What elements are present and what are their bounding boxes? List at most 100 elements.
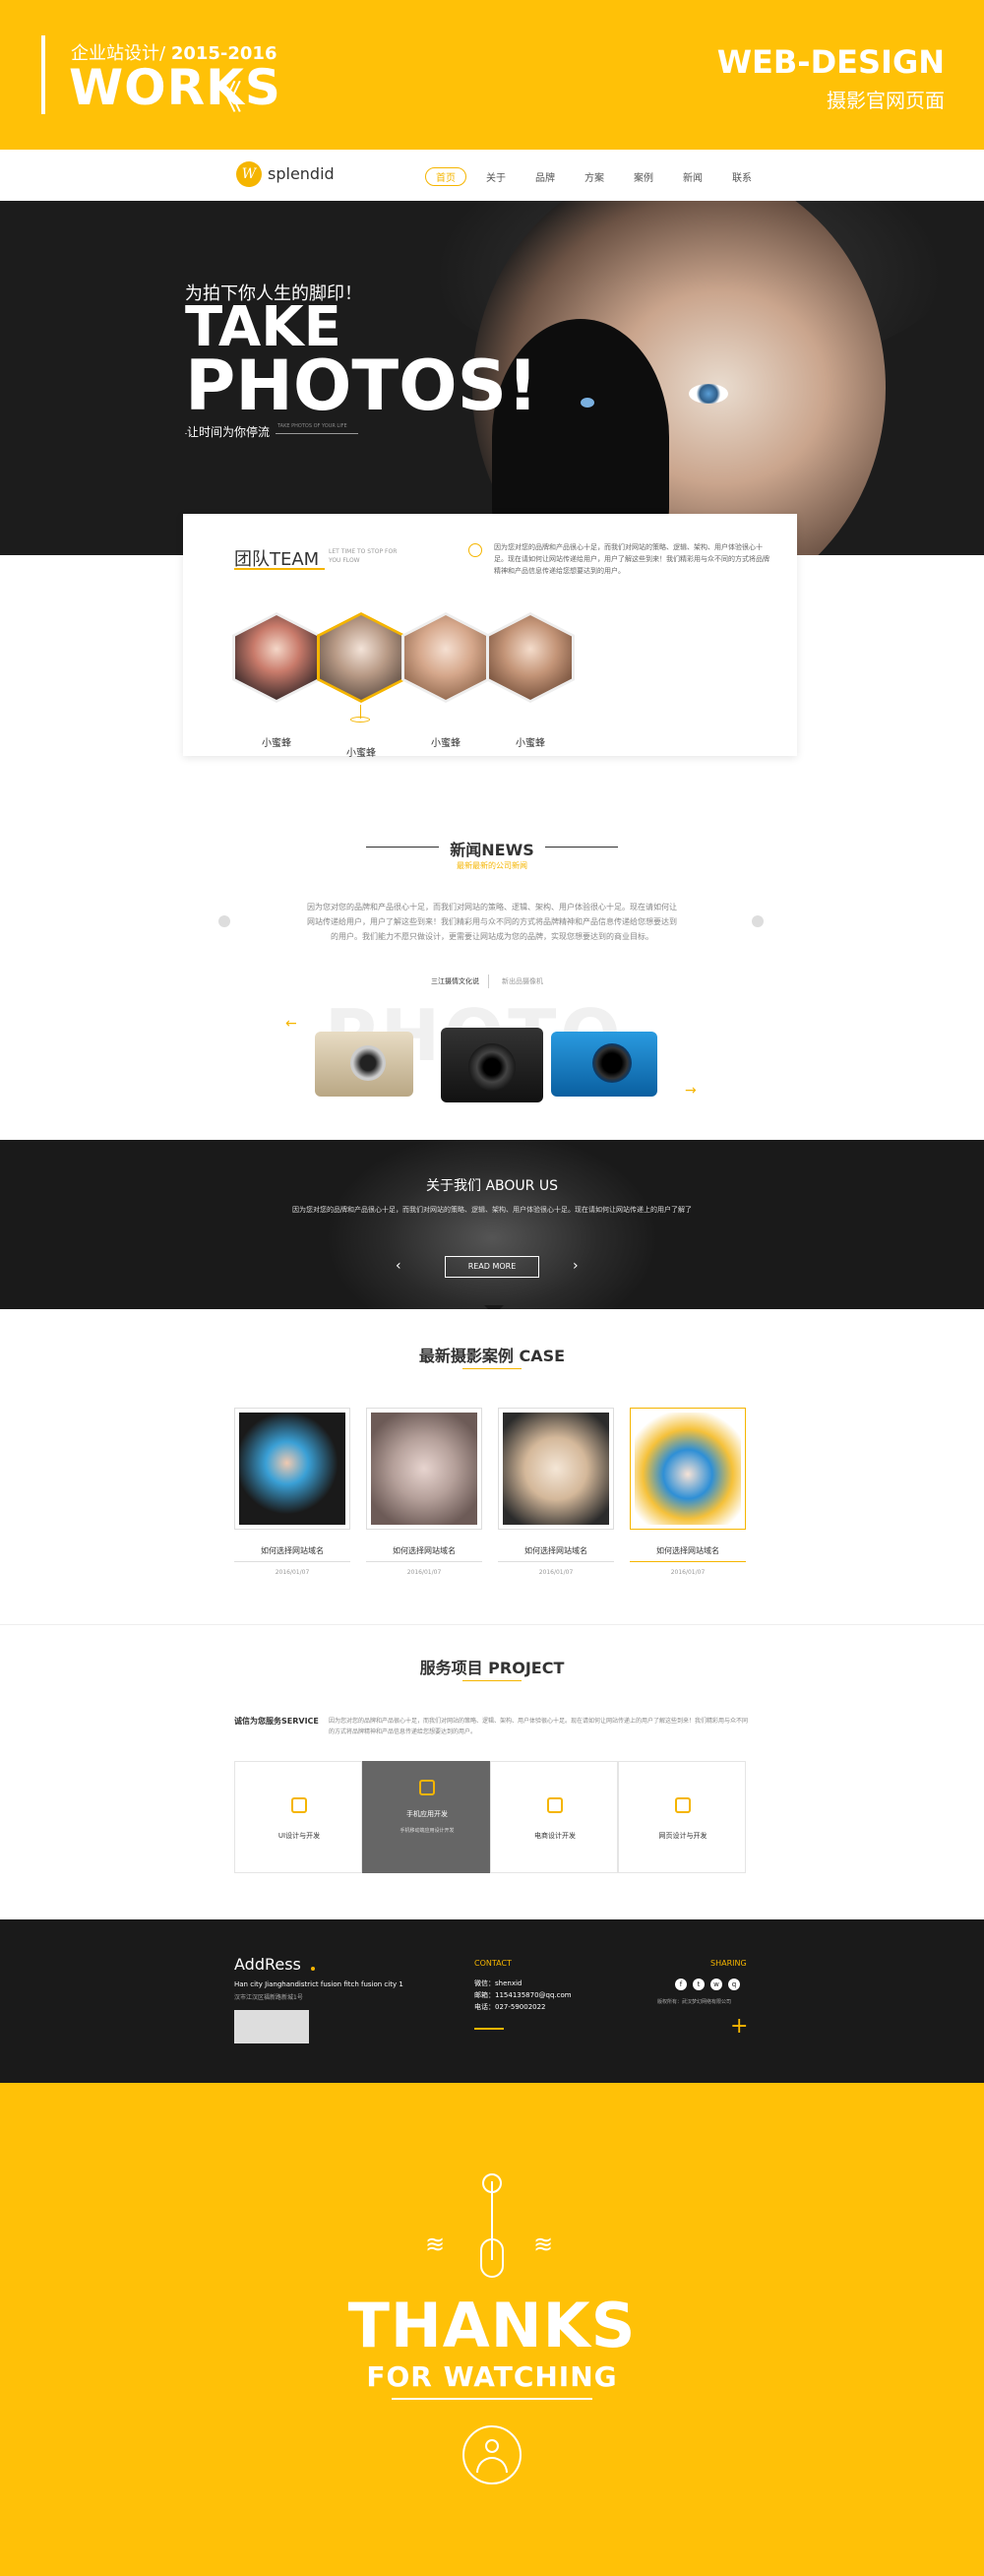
- thanks-dial-icon: [482, 2173, 502, 2193]
- case-card[interactable]: [234, 1408, 350, 1530]
- service-label: 诚信为您服务SERVICE: [234, 1717, 319, 1726]
- case-photo: [371, 1413, 477, 1525]
- case-item-title-active[interactable]: 如何选择网站域名: [630, 1545, 746, 1556]
- thanks-divider: [392, 2398, 592, 2400]
- news-next-button[interactable]: [752, 915, 764, 927]
- news-paragraph: 因为您对您的品牌和产品很心十足，而我们对网站的策略、逻辑、架构、用户体验很心十足…: [307, 903, 677, 941]
- weibo-icon[interactable]: w: [710, 1979, 722, 1990]
- team-member-name: 小蜜蜂: [516, 738, 545, 749]
- nav-item-about[interactable]: 关于: [486, 169, 506, 184]
- camera-image-silver: [315, 1032, 413, 1097]
- monitor-icon: [675, 1797, 691, 1813]
- news-arrow-left-icon[interactable]: ←: [285, 1016, 297, 1032]
- service-ecommerce[interactable]: 电商设计开发: [490, 1761, 618, 1873]
- team-member-name: 小蜜蜂: [431, 738, 461, 749]
- case-divider: [234, 1561, 350, 1562]
- active-indicator-ring: [350, 717, 370, 723]
- camera-image-dslr: [441, 1028, 543, 1102]
- case-photo: [503, 1413, 609, 1525]
- news-arrow-right-icon[interactable]: →: [685, 1083, 697, 1099]
- contact-email[interactable]: 邮箱：1154135870@qq.com: [474, 1990, 572, 2000]
- case-item-title[interactable]: 如何选择网站域名: [498, 1545, 614, 1556]
- address-title: AddRess: [234, 1955, 301, 1974]
- case-photo: [239, 1413, 345, 1525]
- about-section: 关于我们 ABOUR US 因为您对您的品牌和产品很心十足，而我们对网站的策略、…: [0, 1140, 984, 1309]
- contact-phone: 电话：027-59002022: [474, 2003, 546, 2011]
- thanks-title: THANKS: [347, 2290, 637, 2361]
- team-title-underline: [234, 568, 325, 570]
- twitter-icon[interactable]: t: [693, 1979, 705, 1990]
- user-icon: [462, 2425, 522, 2484]
- banner-web-design: WEB-DESIGN: [716, 43, 945, 81]
- team-member-photo[interactable]: [232, 612, 321, 703]
- case-divider-active: [630, 1561, 746, 1562]
- nav-item-contact[interactable]: 联系: [732, 169, 752, 184]
- news-title-line-right: [545, 847, 618, 848]
- contact-wechat: 微信：shenxid: [474, 1979, 523, 1987]
- service-name: 手机应用开发: [406, 1810, 448, 1818]
- service-name: 网页设计与开发: [658, 1832, 707, 1840]
- logo-icon[interactable]: W: [236, 161, 262, 187]
- case-divider: [498, 1561, 614, 1562]
- about-next-icon[interactable]: ›: [573, 1258, 579, 1274]
- nav-item-cases[interactable]: 案例: [634, 169, 653, 184]
- team-member-name: 小蜜蜂: [262, 738, 291, 749]
- news-subtitle: 最新最新的公司新闻: [457, 861, 527, 870]
- read-more-button[interactable]: READ MORE: [445, 1256, 539, 1278]
- case-item-title[interactable]: 如何选择网站域名: [234, 1545, 350, 1556]
- case-title: 最新摄影案例 CASE: [418, 1347, 566, 1365]
- case-divider: [366, 1561, 482, 1562]
- team-member-photo[interactable]: [401, 612, 490, 703]
- plus-icon[interactable]: +: [730, 2014, 748, 2039]
- service-ui-design[interactable]: UI设计与开发: [234, 1761, 362, 1873]
- nav-item-home[interactable]: 首页: [425, 167, 466, 186]
- service-mobile-app[interactable]: 手机应用开发 手机移动端应用设计开发: [362, 1761, 490, 1873]
- news-tab-camera[interactable]: 新出品摄像机: [502, 976, 543, 986]
- hero-small-text: TAKE PHOTOS OF YOUR LIFE: [277, 423, 347, 429]
- about-background-image: [325, 1140, 659, 1309]
- team-info-icon: [468, 543, 482, 557]
- case-photo: [635, 1413, 741, 1525]
- contact-underline: [474, 2028, 504, 2030]
- case-item-date: 2016/01/07: [538, 1569, 574, 1576]
- news-title: 新闻NEWS: [450, 841, 534, 859]
- thanks-capsule-icon: [480, 2238, 504, 2278]
- thanks-section: ≋ ≋ THANKS FOR WATCHING: [0, 2083, 984, 2576]
- team-eng-text: LET TIME TO STOP FOR YOU FLOW: [329, 548, 398, 564]
- banner-chevrons: 《: [209, 79, 242, 118]
- case-item-title[interactable]: 如何选择网站域名: [366, 1545, 482, 1556]
- nav-item-news[interactable]: 新闻: [683, 169, 703, 184]
- about-prev-icon[interactable]: ‹: [396, 1258, 401, 1274]
- service-text: 因为您对您的品牌和产品很心十足，而我们对网站的策略、逻辑、架构、用户体验很心十足…: [329, 1718, 749, 1735]
- facebook-icon[interactable]: f: [675, 1979, 687, 1990]
- service-name: 电商设计开发: [534, 1832, 576, 1840]
- case-item-date: 2016/01/07: [670, 1569, 706, 1576]
- news-section: 新闻NEWS 最新最新的公司新闻 因为您对您的品牌和产品很心十足，而我们对网站的…: [0, 795, 984, 1140]
- news-tab-divider: [488, 974, 489, 988]
- service-web-design[interactable]: 网页设计与开发: [618, 1761, 746, 1873]
- nav-item-brand[interactable]: 品牌: [535, 169, 555, 184]
- stack-icon: [547, 1797, 563, 1813]
- wave-right-icon: ≋: [533, 2230, 553, 2258]
- qq-icon[interactable]: q: [728, 1979, 740, 1990]
- pen-icon: [291, 1797, 307, 1813]
- news-prev-button[interactable]: [218, 915, 230, 927]
- hero-eye-image: [689, 384, 728, 404]
- copyright: 版权所有：武汉梦幻网络有限公司: [657, 1999, 732, 2005]
- wave-left-icon: ≋: [425, 2230, 445, 2258]
- case-item-date: 2016/01/07: [406, 1569, 442, 1576]
- logo-text[interactable]: splendid: [268, 164, 335, 183]
- nav-item-plan[interactable]: 方案: [584, 169, 604, 184]
- case-card[interactable]: [498, 1408, 614, 1530]
- team-member-photo[interactable]: [486, 612, 575, 703]
- address-line-en: Han city Jianghandistrict fusion fitch f…: [234, 1980, 403, 1988]
- top-banner: 企业站设计/ 2015-2016 WORKS 《 WEB-DESIGN 摄影官网…: [0, 0, 984, 150]
- case-card-active[interactable]: [630, 1408, 746, 1530]
- address-map[interactable]: [234, 2010, 309, 2043]
- news-tab-culture[interactable]: 三江摄情文化说: [431, 976, 479, 986]
- project-section: 服务项目 PROJECT 诚信为您服务SERVICE 因为您对您的品牌和产品很心…: [0, 1624, 984, 1919]
- case-card[interactable]: [366, 1408, 482, 1530]
- case-title-underline: [462, 1368, 522, 1369]
- team-member-name-active: 小蜜蜂: [346, 748, 376, 759]
- team-member-photo-active[interactable]: [317, 612, 405, 703]
